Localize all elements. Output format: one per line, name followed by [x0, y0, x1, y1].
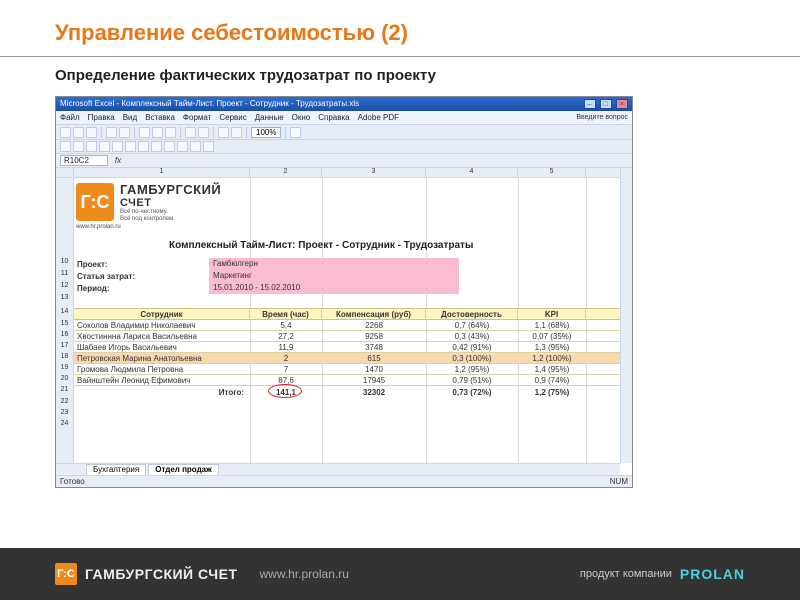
close-button[interactable]: × [616, 99, 628, 109]
name-box-row: R10C2 fx [56, 154, 632, 168]
window-title: Microsoft Excel - Комплексный Тайм-Лист.… [60, 97, 359, 111]
row-headers: 10 11 12 13 14 15 16 17 18 19 20 21 22 2… [56, 178, 74, 463]
border-icon[interactable] [125, 141, 136, 152]
document-title: Комплексный Тайм-Лист: Проект - Сотрудни… [169, 240, 473, 251]
footer-logo-icon: Г:С [55, 563, 77, 585]
menu-item[interactable]: Сервис [219, 113, 246, 122]
sort-icon[interactable] [231, 127, 242, 138]
maximize-button[interactable]: □ [600, 99, 612, 109]
total-row: Итого: 141,1 32302 0,73 (72%) 1,2 (75%) [74, 386, 620, 398]
sheet-tabs: Бухгалтерия Отдел продаж [56, 463, 620, 475]
col-reliability: Достоверность [426, 309, 518, 319]
sheet-tab-active[interactable]: Отдел продаж [148, 464, 219, 475]
screenshot-excel: Microsoft Excel - Комплексный Тайм-Лист.… [55, 96, 633, 488]
footer-company: PROLAN [680, 566, 745, 582]
status-bar: Готово NUM [56, 475, 632, 487]
zoom-box[interactable]: 100% [251, 127, 281, 138]
value-project: Гамбюлгерн [209, 258, 459, 270]
footer-url: www.hr.prolan.ru [260, 567, 349, 581]
currency-icon[interactable] [190, 141, 201, 152]
merge-icon[interactable] [177, 141, 188, 152]
redo-icon[interactable] [198, 127, 209, 138]
menu-item[interactable]: Формат [183, 113, 211, 122]
preview-icon[interactable] [119, 127, 130, 138]
status-text: Готово [60, 477, 85, 486]
divider [0, 56, 800, 57]
pivot-icon[interactable] [60, 141, 71, 152]
footer-product-of: продукт компании [580, 568, 672, 580]
column-headers: 1 2 3 4 5 [56, 168, 632, 178]
menu-item[interactable]: Adobe PDF [358, 113, 399, 122]
align-icon[interactable] [164, 141, 175, 152]
footer-brand: ГАМБУРГСКИЙ СЧЕТ [85, 566, 238, 582]
table-row[interactable]: Громова Людмила Петровна 7 1470 1,2 (95%… [74, 364, 620, 375]
menu-item[interactable]: Данные [255, 113, 284, 122]
slide-footer: Г:С ГАМБУРГСКИЙ СЧЕТ www.hr.prolan.ru пр… [0, 548, 800, 600]
filter-icon[interactable] [86, 141, 97, 152]
cut-icon[interactable] [139, 127, 150, 138]
open-icon[interactable] [73, 127, 84, 138]
help-icon[interactable] [290, 127, 301, 138]
menu-item[interactable]: Вставка [145, 113, 175, 122]
sheet-tab[interactable]: Бухгалтерия [86, 464, 146, 475]
logo: Г:С ГАМБУРГСКИЙ СЧЕТ Всё по-честному. Вс… [76, 182, 221, 222]
table-row[interactable]: Вайнштейн Леонид Ефимович 87,6 17945 0,7… [74, 375, 620, 386]
table-row[interactable]: Хвостиннна Лариса Васильевна 27,2 9258 0… [74, 331, 620, 342]
value-cost-item: Маркетинг [209, 270, 459, 282]
worksheet[interactable]: 1 2 3 4 5 10 11 12 13 14 15 16 17 18 [56, 168, 632, 475]
menu-item[interactable]: Справка [318, 113, 349, 122]
logo-mark: Г:С [76, 183, 114, 221]
font-icon[interactable] [151, 141, 162, 152]
cells-area[interactable]: Г:С ГАМБУРГСКИЙ СЧЕТ Всё по-честному. Вс… [74, 178, 620, 463]
sum-icon[interactable] [218, 127, 229, 138]
new-icon[interactable] [60, 127, 71, 138]
col-employee: Сотрудник [74, 309, 250, 319]
value-period: 15.01.2010 - 15.02.2010 [209, 282, 459, 294]
logo-url: www.hr.prolan.ru [76, 224, 121, 230]
format-icon[interactable] [112, 141, 123, 152]
slide-title: Управление себестоимостью (2) [0, 0, 800, 50]
minimize-button[interactable]: – [584, 99, 596, 109]
window-titlebar: Microsoft Excel - Комплексный Тайм-Лист.… [56, 97, 632, 111]
menu-bar: Файл Правка Вид Вставка Формат Сервис Да… [56, 111, 632, 125]
chart-icon[interactable] [73, 141, 84, 152]
print-icon[interactable] [106, 127, 117, 138]
menu-item[interactable]: Правка [88, 113, 115, 122]
fx-icon[interactable]: fx [112, 156, 124, 165]
toolbar-secondary [56, 140, 632, 154]
percent-icon[interactable] [203, 141, 214, 152]
status-num: NUM [610, 477, 628, 486]
menu-item[interactable]: Файл [60, 113, 80, 122]
fill-icon[interactable] [138, 141, 149, 152]
vertical-scrollbar[interactable] [620, 168, 632, 463]
undo-icon[interactable] [185, 127, 196, 138]
table-row[interactable]: Соколов Владимир Николаевич 5,4 2268 0,7… [74, 320, 620, 331]
save-icon[interactable] [86, 127, 97, 138]
label-cost-item: Статья затрат: [74, 272, 209, 281]
col-time: Время (час) [250, 309, 322, 319]
col-kpi: KPI [518, 309, 586, 319]
col-compensation: Компенсация (руб) [322, 309, 426, 319]
menu-item[interactable]: Окно [292, 113, 311, 122]
name-box[interactable]: R10C2 [60, 155, 108, 166]
paste-icon[interactable] [165, 127, 176, 138]
table-row-selected[interactable]: Петровская Марина Анатольевна 2 615 0,3 … [74, 353, 620, 364]
toolbar-main: 100% [56, 125, 632, 140]
slide-subtitle: Определение фактических трудозатрат по п… [0, 67, 800, 92]
table-row[interactable]: Шабаев Игорь Васильевич 11,9 3748 0,42 (… [74, 342, 620, 353]
copy-icon[interactable] [152, 127, 163, 138]
label-project: Проект: [74, 260, 209, 269]
help-search[interactable]: Введите вопрос [576, 114, 628, 121]
table-icon[interactable] [99, 141, 110, 152]
label-period: Период: [74, 284, 209, 293]
menu-item[interactable]: Вид [123, 113, 137, 122]
